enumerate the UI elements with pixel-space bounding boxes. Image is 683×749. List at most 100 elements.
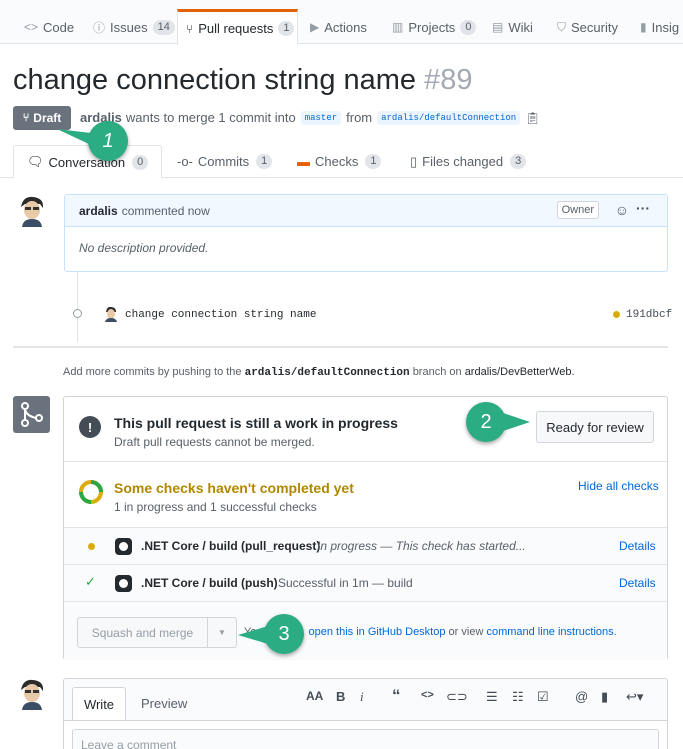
tab-label: Checks (315, 154, 359, 169)
code-icon: <> (24, 20, 39, 34)
divider (13, 346, 668, 348)
avatar[interactable] (17, 195, 47, 227)
merge-icon (13, 396, 50, 433)
checks-progress-icon (79, 480, 103, 504)
commit-icon: -o- (177, 154, 193, 169)
hint-middle: branch on (412, 366, 462, 378)
callout-arrow (238, 626, 268, 644)
comment-icon: 🗨︎ (27, 154, 44, 169)
more-options-icon[interactable]: ··· (636, 200, 650, 216)
check-status: In progress — This check has started... (317, 539, 526, 553)
code-icon[interactable]: <> (421, 689, 434, 701)
comment-textarea[interactable]: Leave a comment (72, 729, 659, 749)
footer-end: . (613, 626, 617, 638)
tab-label: Insig (651, 19, 680, 35)
tab-count: 1 (365, 154, 382, 169)
checks-icon: ▬ (297, 154, 310, 169)
tab-checks[interactable]: ▬ Checks 1 (297, 145, 382, 178)
tab-commits[interactable]: -o- Commits 1 (177, 145, 273, 178)
wip-section: ! This pull request is still a work in p… (64, 397, 667, 462)
tab-conversation[interactable]: 🗨︎ Conversation 0 (13, 145, 163, 179)
check-status: Successful in 1m — build (278, 576, 413, 590)
smiley-icon[interactable]: ☺ (615, 202, 629, 218)
merge-box: ! This pull request is still a work in p… (63, 396, 668, 660)
bookmark-icon[interactable]: ▮ (601, 689, 608, 705)
commit-icon (73, 309, 82, 318)
mention-icon[interactable]: @ (575, 689, 588, 704)
commit-message[interactable]: change connection string name (125, 309, 316, 321)
tab-count: 0 (460, 19, 477, 35)
unordered-list-icon[interactable]: ☰ (486, 689, 498, 705)
head-branch[interactable]: ardalis/defaultConnection (377, 110, 521, 125)
merge-footer: Squash and merge ▼ Yo open this in GitHu… (64, 602, 667, 660)
pull-request-icon: ⑂ (22, 112, 30, 124)
tab-files-changed[interactable]: ▯ Files changed 3 (410, 145, 527, 178)
shield-icon: ⛉ (557, 19, 567, 34)
comment-time[interactable]: commented now (122, 204, 210, 218)
ordered-list-icon[interactable]: ☷ (512, 689, 524, 705)
tab-security[interactable]: ⛉ Security (557, 10, 618, 44)
tab-wiki[interactable]: ▤ Wiki (492, 10, 533, 44)
italic-icon[interactable]: i (360, 689, 364, 705)
callout-arrow (57, 129, 91, 145)
tab-projects[interactable]: ▥ Projects 0 (392, 10, 477, 44)
github-desktop-link[interactable]: open this in GitHub Desktop (309, 626, 446, 638)
github-icon (115, 538, 132, 555)
commit-sha[interactable]: 191dbcf (626, 309, 672, 321)
owner-badge: Owner (556, 201, 599, 219)
repo-nav: <> Code ⓘ Issues 14 ⑂ Pull requests 1 ▶ … (0, 0, 683, 45)
tab-count: 0 (132, 154, 149, 170)
caret-down-icon: ▼ (218, 628, 226, 637)
avatar[interactable] (17, 678, 47, 710)
merge-text: wants to merge 1 commit into (125, 110, 296, 125)
wip-subtitle: Draft pull requests cannot be merged. (114, 435, 315, 449)
tab-code[interactable]: <> Code (24, 10, 74, 44)
pending-status-icon[interactable] (613, 311, 620, 318)
github-icon (115, 575, 132, 592)
ready-for-review-button[interactable]: Ready for review (536, 411, 654, 443)
tab-label: Wiki (508, 19, 533, 35)
details-link[interactable]: Details (619, 539, 656, 553)
quote-icon[interactable]: “ (392, 686, 401, 706)
alert-icon: ! (79, 416, 101, 438)
commit-row: change connection string name 191dbcf (73, 306, 672, 324)
tab-pull-requests[interactable]: ⑂ Pull requests 1 (177, 9, 298, 45)
from-text: from (346, 110, 373, 125)
link-icon[interactable]: ⊂⊃ (446, 689, 468, 705)
tab-label: Pull requests (198, 21, 274, 36)
tab-write[interactable]: Write (72, 687, 126, 721)
task-list-icon[interactable]: ☑ (537, 689, 549, 705)
tab-preview[interactable]: Preview (141, 696, 187, 711)
details-link[interactable]: Details (619, 576, 656, 590)
reply-icon[interactable]: ↩▾ (626, 689, 643, 705)
clipboard-icon[interactable]: 📋︎ (525, 111, 540, 125)
text-size-icon[interactable]: AA (306, 689, 323, 703)
comment-box: ardalis commented now Owner ☺ ··· No des… (64, 194, 668, 272)
tab-actions[interactable]: ▶ Actions (310, 10, 367, 44)
tab-issues[interactable]: ⓘ Issues 14 (93, 10, 175, 44)
tab-count: 3 (510, 154, 527, 169)
avatar[interactable] (104, 306, 118, 322)
timeline-line (77, 272, 78, 342)
bold-icon[interactable]: B (336, 689, 345, 704)
callout-number: 3 (278, 622, 290, 645)
tab-label: Files changed (422, 154, 504, 169)
tab-label: Code (43, 19, 75, 35)
hide-checks-link[interactable]: Hide all checks (578, 479, 659, 493)
tab-label: Commits (197, 154, 250, 169)
checks-subtitle: 1 in progress and 1 successful checks (114, 500, 317, 514)
squash-merge-button[interactable]: Squash and merge (77, 617, 208, 648)
merge-dropdown-button[interactable]: ▼ (207, 617, 237, 648)
tab-count: 1 (278, 21, 295, 36)
command-line-link[interactable]: command line instructions (486, 626, 613, 638)
tab-insights[interactable]: ▮ Insig (640, 10, 679, 44)
callout-badge: 3 (264, 614, 304, 654)
play-icon: ▶ (310, 20, 320, 34)
pending-status-icon (88, 543, 95, 550)
callout-number: 2 (480, 410, 492, 433)
push-hint: Add more commits by pushing to the ardal… (63, 366, 575, 379)
hint-repo[interactable]: ardalis/DevBetterWeb. (465, 366, 575, 378)
comment-author[interactable]: ardalis (79, 204, 118, 218)
base-branch[interactable]: master (300, 110, 342, 125)
tab-label: Actions (324, 19, 367, 35)
